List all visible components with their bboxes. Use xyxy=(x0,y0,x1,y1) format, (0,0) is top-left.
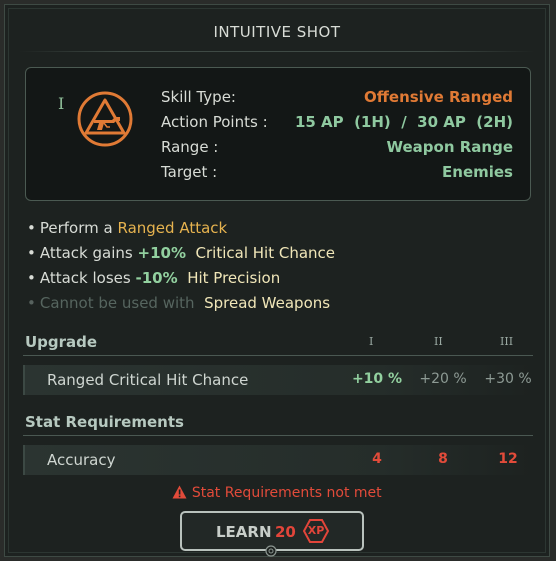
bullet-dot: • xyxy=(27,269,36,287)
title-divider xyxy=(19,51,535,52)
bullet-dot: • xyxy=(27,244,36,262)
stat-row-skill-type: Skill Type: Offensive Ranged xyxy=(161,88,513,110)
panel-knob-icon xyxy=(265,545,277,557)
bullet-dot: • xyxy=(27,219,36,237)
upgrade-heading: Upgrade xyxy=(25,333,98,351)
upgrade-value: +20 % xyxy=(419,371,467,387)
requirement-value: 12 xyxy=(498,451,518,467)
effect-highlight: Spread Weapons xyxy=(204,294,331,312)
tier-label: II xyxy=(434,335,443,348)
upgrade-value: +30 % xyxy=(484,371,532,387)
effect-highlight: Critical Hit Chance xyxy=(195,244,336,262)
bullet-dot: • xyxy=(27,294,36,312)
tier-label: III xyxy=(500,335,514,348)
effect-highlight: Hit Precision xyxy=(187,269,281,287)
effect-text: Cannot be used with xyxy=(39,294,195,312)
stat-value: Offensive Ranged xyxy=(364,88,513,106)
skill-tier-label: I xyxy=(58,94,65,113)
effect-amount: -10% xyxy=(135,269,178,287)
stat-value: Weapon Range xyxy=(386,138,513,156)
effect-item: • Cannot be used with Spread Weapons xyxy=(27,294,335,319)
effect-text: Attack loses xyxy=(39,269,131,287)
stat-label: Action Points : xyxy=(161,113,268,131)
warning-icon xyxy=(172,485,187,499)
upgrade-header: Upgrade I II III xyxy=(23,331,533,356)
upgrade-value: +10 % xyxy=(351,371,403,387)
requirement-value: 8 xyxy=(438,451,448,467)
effect-text: Perform a xyxy=(39,219,113,237)
upgrade-row-label: Ranged Critical Hit Chance xyxy=(47,371,249,389)
effect-item: • Attack loses -10% Hit Precision xyxy=(27,269,335,294)
stat-row-action-points: Action Points : 15 AP (1H) / 30 AP (2H) xyxy=(161,113,513,135)
requirements-heading: Stat Requirements xyxy=(25,413,184,431)
xp-icon: XP xyxy=(302,519,330,543)
effects-list: • Perform a Ranged Attack • Attack gains +… xyxy=(27,219,335,319)
stat-value: 15 AP (1H) / 30 AP (2H) xyxy=(294,113,513,131)
requirement-row-label: Accuracy xyxy=(47,451,116,469)
upgrade-row: Ranged Critical Hit Chance +10 % +20 % +… xyxy=(23,365,533,395)
requirements-warning: Stat Requirements not met xyxy=(5,485,549,501)
skill-tooltip-panel: INTUITIVE SHOT I Skill Type: Offensive R… xyxy=(4,4,550,557)
stat-row-range: Range : Weapon Range xyxy=(161,138,513,160)
warning-text: Stat Requirements not met xyxy=(191,485,382,501)
tier-label: I xyxy=(369,335,374,348)
effect-text: Attack gains xyxy=(39,244,133,262)
skill-title: INTUITIVE SHOT xyxy=(213,23,341,41)
xp-unit: XP xyxy=(307,524,325,537)
requirements-header: Stat Requirements xyxy=(23,411,533,436)
ranged-weapon-hazard-icon xyxy=(77,91,133,147)
effect-amount: +10% xyxy=(137,244,186,262)
effect-highlight: Ranged Attack xyxy=(117,219,228,237)
stat-label: Skill Type: xyxy=(161,88,236,106)
effect-item: • Perform a Ranged Attack xyxy=(27,219,335,244)
skill-info-box: I Skill Type: Offensive Ranged Action Po… xyxy=(25,67,531,201)
stat-label: Target : xyxy=(161,163,218,181)
requirement-row: Accuracy 4 8 12 xyxy=(23,445,533,475)
learn-cost: 20 xyxy=(275,523,296,541)
stat-label: Range : xyxy=(161,138,219,156)
requirement-value: 4 xyxy=(372,451,382,467)
effect-item: • Attack gains +10% Critical Hit Chance xyxy=(27,244,335,269)
stat-value: Enemies xyxy=(442,163,513,181)
learn-label: LEARN xyxy=(216,523,272,541)
stat-row-target: Target : Enemies xyxy=(161,163,513,185)
